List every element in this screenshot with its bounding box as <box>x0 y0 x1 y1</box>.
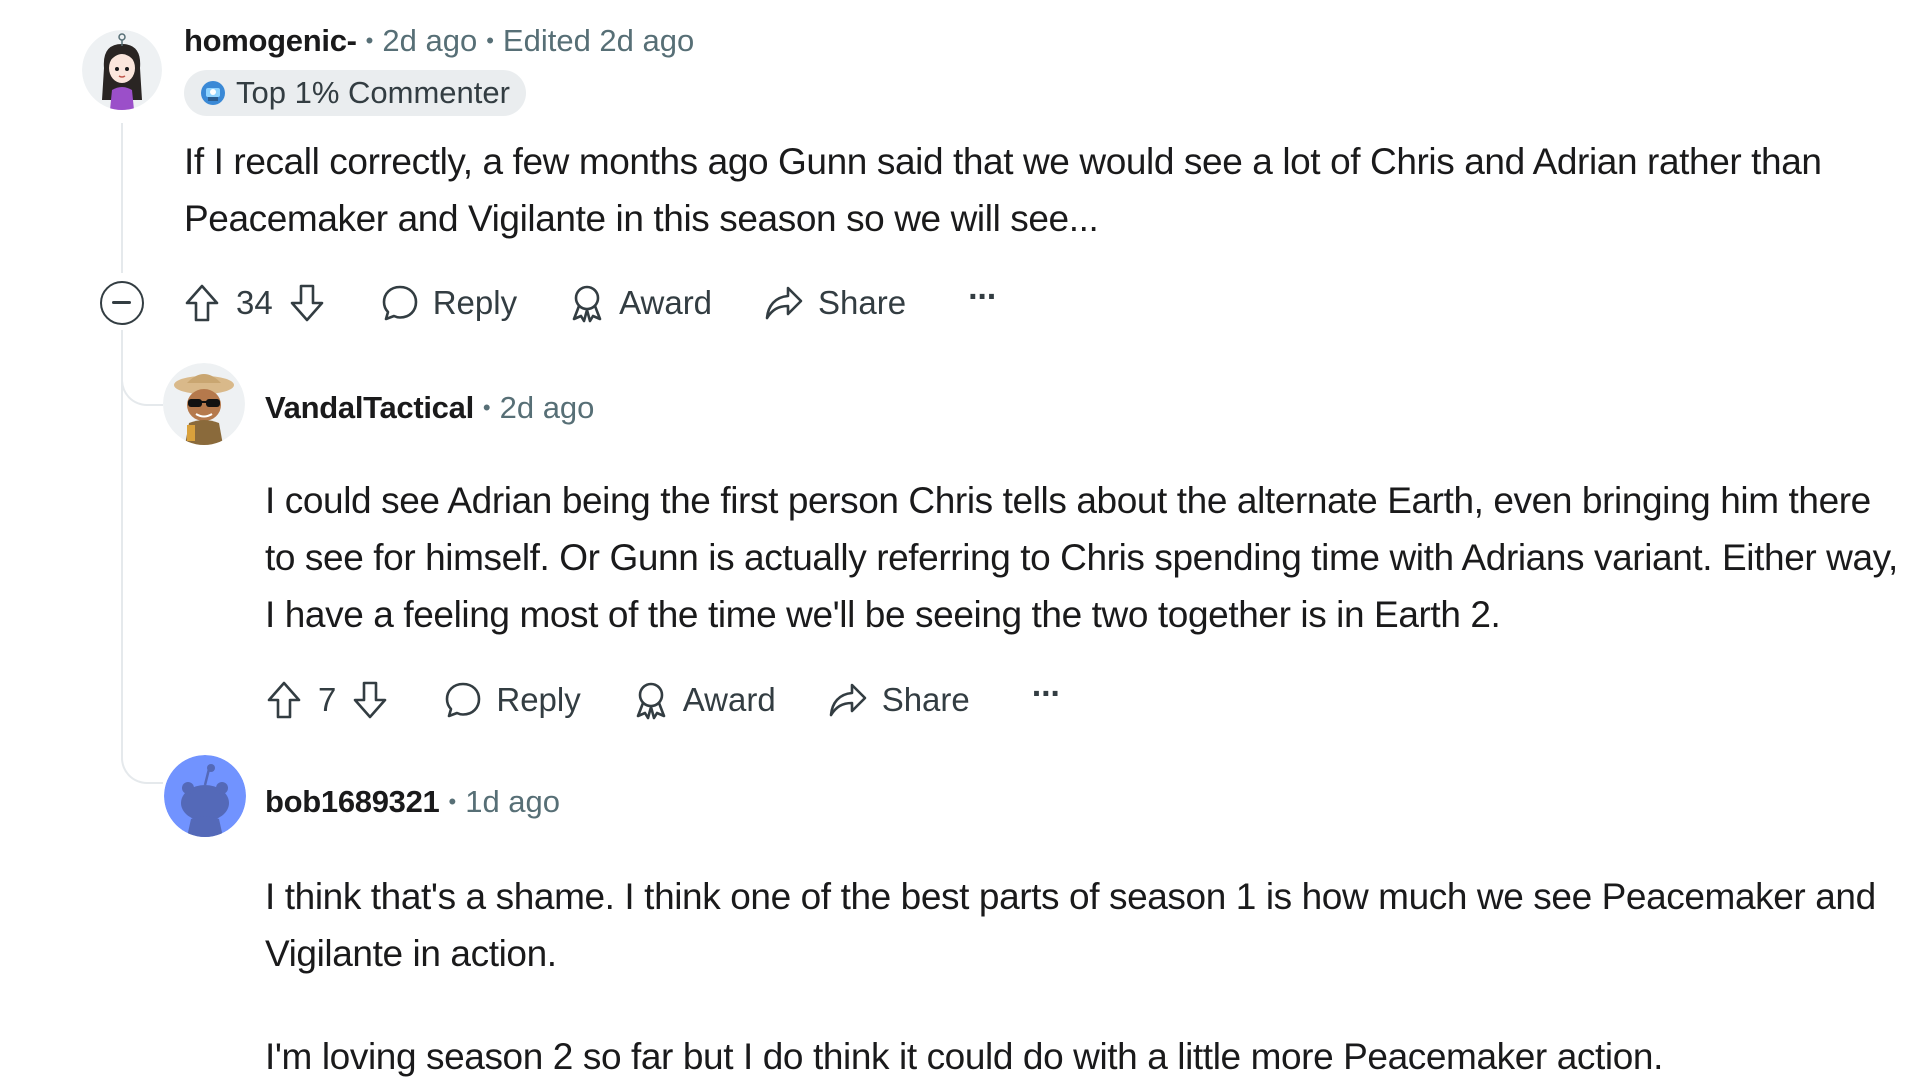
vote-group: 7 <box>262 675 392 725</box>
comment-action-bar: 34 Reply Award Share ··· <box>180 273 998 333</box>
reply-connector <box>121 748 163 784</box>
comment-bubble-icon <box>446 682 481 718</box>
separator: • <box>486 28 494 53</box>
vote-group: 34 <box>180 278 329 328</box>
username[interactable]: VandalTactical <box>265 388 474 428</box>
avatar[interactable] <box>82 30 162 110</box>
timestamp[interactable]: 1d ago <box>465 782 560 822</box>
vote-score: 34 <box>236 284 273 321</box>
username[interactable]: homogenic- <box>184 21 357 61</box>
comment-paragraph: If I recall correctly, a few months ago … <box>184 141 1822 239</box>
award-button[interactable]: Award <box>569 283 712 323</box>
separator: • <box>365 28 374 53</box>
upvote-arrow-icon[interactable] <box>262 675 306 725</box>
downvote-arrow-icon[interactable] <box>285 278 329 328</box>
award-ribbon-icon <box>636 682 666 720</box>
separator: • <box>482 395 491 420</box>
edited-label: Edited 2d ago <box>502 23 695 58</box>
comment-thread: homogenic- • 2d ago • Edited 2d ago Top … <box>0 0 1920 1080</box>
comment-meta: VandalTactical • 2d ago <box>265 388 594 428</box>
comment-body: If I recall correctly, a few months ago … <box>184 133 1904 247</box>
collapse-thread-button[interactable] <box>100 281 144 325</box>
award-ribbon-icon <box>572 285 602 323</box>
reply-connector <box>121 370 163 406</box>
timestamp[interactable]: 2d ago <box>382 21 477 61</box>
comment-action-bar: 7 Reply Award Share ··· <box>262 670 1062 730</box>
reply-button[interactable]: Reply <box>444 681 581 719</box>
thread-rail[interactable] <box>121 123 123 273</box>
more-dots-icon[interactable]: ··· <box>1032 675 1062 714</box>
downvote-arrow-icon[interactable] <box>348 675 392 725</box>
share-button[interactable]: Share <box>828 681 970 719</box>
thread-rail[interactable] <box>121 330 123 760</box>
share-arrow-icon <box>829 683 866 717</box>
more-dots-icon[interactable]: ··· <box>968 278 998 317</box>
vote-score: 7 <box>318 681 337 718</box>
username[interactable]: bob1689321 <box>265 782 440 822</box>
comment-paragraph: I think that's a shame. I think one of t… <box>265 876 1876 974</box>
award-label: Award <box>619 284 713 321</box>
flair-label: Top 1% Commenter <box>236 75 510 110</box>
comment-paragraph: I'm loving season 2 so far but I do thin… <box>265 1036 1663 1077</box>
award-button[interactable]: Award <box>633 680 776 720</box>
separator: • <box>448 789 457 814</box>
comment-meta: bob1689321 • 1d ago <box>265 782 560 822</box>
upvote-arrow-icon[interactable] <box>180 278 224 328</box>
reply-label: Reply <box>496 681 581 718</box>
comment-bubble-icon <box>382 285 418 321</box>
avatar[interactable] <box>163 363 245 445</box>
timestamp[interactable]: 2d ago <box>500 388 595 428</box>
avatar[interactable] <box>164 755 246 837</box>
comment-paragraph: I could see Adrian being the first perso… <box>265 480 1898 635</box>
user-flair: Top 1% Commenter <box>184 70 526 116</box>
comment-body: I think that's a shame. I think one of t… <box>265 868 1905 1080</box>
comment-body: I could see Adrian being the first perso… <box>265 472 1905 643</box>
top-commenter-icon <box>198 78 228 108</box>
comment-meta: homogenic- • 2d ago • Edited 2d ago <box>184 21 694 61</box>
share-label: Share <box>881 681 970 718</box>
reply-label: Reply <box>432 284 518 321</box>
share-arrow-icon <box>765 286 803 320</box>
award-label: Award <box>682 681 776 718</box>
share-button[interactable]: Share <box>764 284 906 322</box>
share-label: Share <box>818 284 907 321</box>
reply-button[interactable]: Reply <box>381 284 517 322</box>
